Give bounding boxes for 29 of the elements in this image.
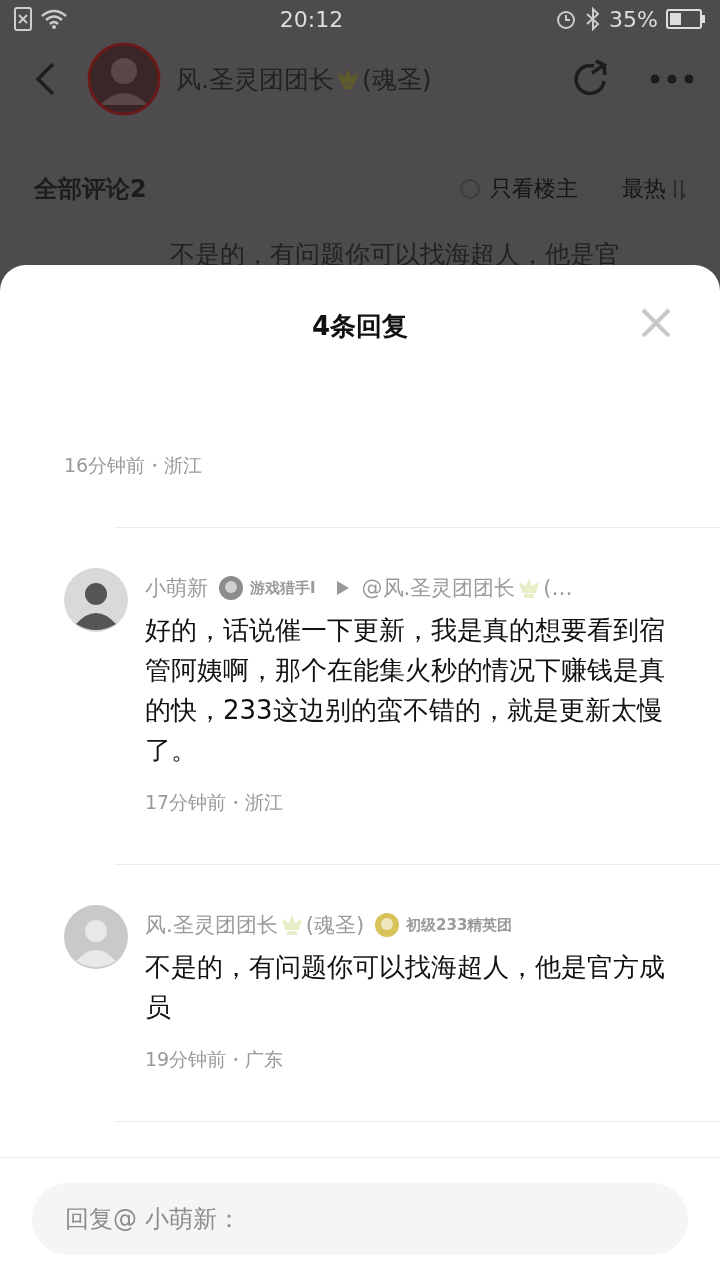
reply-text: 好的，话说催一下更新，我是真的想要看到宿管阿姨啊，那个在能集火秒的情况下赚钱是真的快，233这边别的蛮不错的，就是更新太慢了。 <box>145 614 666 767</box>
more-icon[interactable] <box>650 74 694 84</box>
user-name[interactable]: 风.圣灵团团长 <box>145 911 278 939</box>
reply-time: 16分钟前・浙江 <box>64 454 203 476</box>
reply-time: 19分钟前・广东 <box>145 1048 284 1070</box>
badge-label: 初级233精英团 <box>406 915 513 935</box>
reply-target[interactable]: @风.圣灵团团长 <box>361 574 516 602</box>
alarm-icon <box>555 8 578 30</box>
sim-icon <box>14 7 32 31</box>
wifi-icon <box>40 8 68 30</box>
back-icon[interactable] <box>34 62 56 96</box>
only-author-label[interactable]: 只看楼主 <box>490 174 578 204</box>
badge-label: 游戏猎手I <box>250 578 316 598</box>
sort-icon[interactable] <box>672 178 686 200</box>
close-icon[interactable] <box>640 307 672 339</box>
reply-time: 17分钟前・浙江 <box>145 791 284 813</box>
clock-time: 20:12 <box>279 6 344 32</box>
reply-text: 不是的，有问题你可以找海超人，他是官方成员 <box>145 951 666 1024</box>
bluetooth-icon <box>585 7 602 31</box>
avatar[interactable] <box>64 568 128 632</box>
reply-target-title: (… <box>543 576 573 600</box>
reply-input-field[interactable]: 回复@ 小萌新： <box>32 1183 688 1255</box>
user-name[interactable]: 小萌新 <box>145 574 208 602</box>
sheet-title: 4条回复 <box>311 309 409 343</box>
battery-percent: 35% <box>609 6 658 32</box>
user-title: (魂圣) <box>305 912 365 939</box>
sort-label[interactable]: 最热 <box>622 174 666 204</box>
battery-icon <box>666 9 706 29</box>
triangle-icon <box>335 580 350 596</box>
